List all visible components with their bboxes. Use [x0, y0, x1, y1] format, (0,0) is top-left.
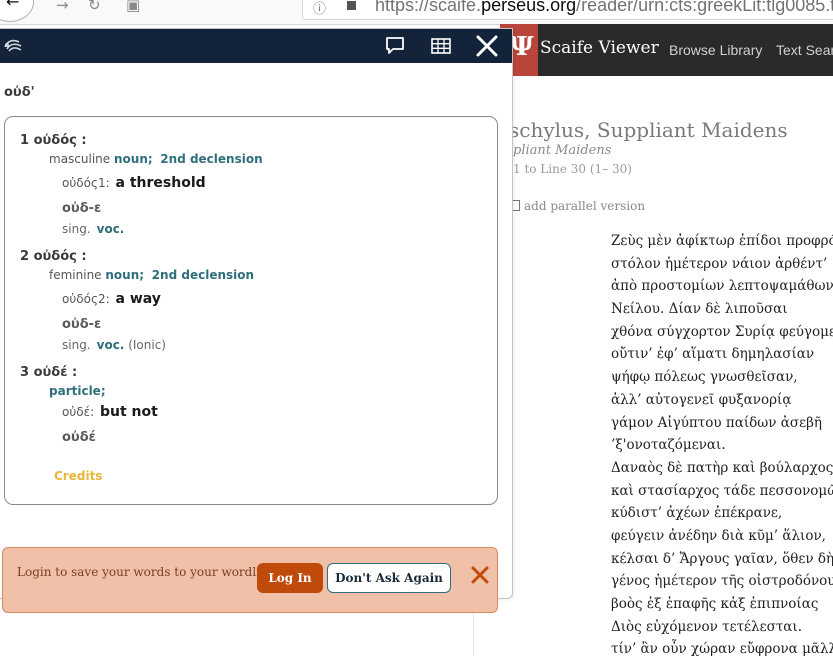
- entry-definition: a way: [115, 291, 161, 307]
- entry-form: οὐδέ: [62, 430, 96, 445]
- text-line[interactable]: ’ξ'ονοταζόμεναι.: [611, 434, 833, 457]
- text-line[interactable]: Νείλου. Δίαν δὲ λιποῦσαι: [611, 298, 833, 321]
- text-line[interactable]: κύδιστ’ ἀχέων ἐπέκρανε,: [611, 502, 833, 525]
- dismiss-x-icon[interactable]: [469, 564, 491, 586]
- lock-icon: [347, 1, 356, 10]
- work-title: schylus, Suppliant Maidens: [509, 118, 788, 142]
- text-line[interactable]: βοὸς ἐξ ἐπαφῆς κἀξ ἐπιπνοίας: [611, 593, 833, 616]
- entry-grammar: particle;: [49, 384, 106, 398]
- word-lookup-panel: οὐδ' 1 οὐδός : masculine noun; 2nd decle…: [0, 28, 513, 613]
- text-line[interactable]: ἀπὸ προστομίων λεπτοψαμάθων: [611, 275, 833, 298]
- entry-headword: 1 οὐδός :: [20, 133, 87, 148]
- url-text[interactable]: https://scaife.perseus.org/reader/urn:ct…: [375, 0, 833, 16]
- entry-parse: sing. voc.: [62, 222, 125, 236]
- library-icon[interactable]: ▣: [126, 0, 140, 14]
- entry-headword: 3 οὐδέ :: [20, 365, 78, 380]
- credits-link[interactable]: Credits: [54, 469, 102, 483]
- chat-icon[interactable]: [384, 35, 406, 57]
- entry-grammar: feminine noun; 2nd declension: [49, 268, 255, 282]
- site-info-icon[interactable]: ⓘ: [313, 0, 326, 17]
- nav-text-search[interactable]: Text Sear: [776, 42, 833, 58]
- text-line[interactable]: κέλσαι δ’ Ἄργους γαῖαν, ὅθεν δὴ: [611, 548, 833, 571]
- text-line[interactable]: Ζεὺς μὲν ἀφίκτωρ ἐπίδοι προφρόνω: [611, 230, 833, 253]
- text-line[interactable]: Δαναὸς δὲ πατὴρ καὶ βούλαρχος: [611, 457, 833, 480]
- text-line[interactable]: καὶ στασίαρχος τάδε πεσσονομῶν: [611, 480, 833, 503]
- text-line[interactable]: γένος ἡμέτερον τῆς οἰστροδόνου: [611, 570, 833, 593]
- entry-definition: a threshold: [115, 175, 206, 191]
- reload-icon[interactable]: ↻: [88, 0, 101, 14]
- panel-header: [0, 29, 512, 63]
- passage-range: 1 to Line 30 (1– 30): [513, 162, 632, 176]
- text-line[interactable]: γάμον Αἰγύπτου παίδων ἀσεβῆ: [611, 412, 833, 435]
- add-parallel-version-link[interactable]: add parallel version: [511, 199, 645, 213]
- text-line[interactable]: στόλον ἡμέτερον νάιον ἀρθέντ’: [611, 253, 833, 276]
- entry-sense: οὐδός1: a threshold: [62, 175, 206, 191]
- text-line[interactable]: χθόνα σύγχορτον Συρίᾳ φεύγομεν,: [611, 321, 833, 344]
- login-banner: Login to save your words to your wordlis…: [2, 547, 498, 613]
- entry-definition: but not: [99, 404, 158, 420]
- entry-sense: οὐδέ: but not: [62, 404, 158, 420]
- text-line[interactable]: ἀλλ’ αὐτογενεῖ φυξανορίᾳ: [611, 389, 833, 412]
- entry-headword: 2 οὐδός :: [20, 249, 87, 264]
- entry-sense: οὐδός2: a way: [62, 291, 161, 307]
- back-button[interactable]: ←: [0, 0, 34, 22]
- text-line[interactable]: τίν’ ἂν οὖν χώραν εὔφρονα μᾶλλον: [611, 638, 833, 661]
- parallel-label: add parallel version: [524, 199, 646, 213]
- text-line[interactable]: ψήφῳ πόλεως γνωσθεῖσαν,: [611, 366, 833, 389]
- entry-form: οὐδ-ε: [62, 201, 102, 216]
- looked-up-word: οὐδ': [4, 85, 35, 100]
- entry-form: οὐδ-ε: [62, 317, 102, 332]
- scaife-navbar: Ψ Scaife Viewer Browse Library Text Sear: [500, 24, 833, 76]
- forward-arrow-icon[interactable]: →: [56, 0, 69, 14]
- table-icon[interactable]: [430, 35, 452, 57]
- back-arrow-icon: ←: [6, 0, 20, 11]
- url-bar[interactable]: ⓘ https://scaife.perseus.org/reader/urn:…: [302, 0, 833, 20]
- work-subtitle: pliant Maidens: [513, 143, 612, 158]
- entry-parse: sing. voc. (Ionic): [62, 338, 166, 352]
- brand-title[interactable]: Scaife Viewer: [540, 38, 659, 58]
- text-line[interactable]: οὔτιν’ ἐφ’ αἵματι δημηλασίαν: [611, 343, 833, 366]
- panel-logo-icon: [3, 37, 23, 57]
- text-line[interactable]: φεύγειν ἀνέδην διὰ κῦμ’ ἅλιον,: [611, 525, 833, 548]
- nav-browse-library[interactable]: Browse Library: [669, 42, 762, 58]
- login-prompt: Login to save your words to your wordlis…: [17, 565, 275, 579]
- dictionary-entries: 1 οὐδός : masculine noun; 2nd declension…: [4, 116, 498, 505]
- text-line[interactable]: Διὸς εὐχόμενον τετέλεσται.: [611, 616, 833, 639]
- browser-toolbar: ← → ↻ ▣ ⓘ https://scaife.perseus.org/rea…: [0, 0, 833, 25]
- log-in-button[interactable]: Log In: [257, 563, 323, 593]
- close-icon[interactable]: [475, 34, 499, 58]
- entry-grammar: masculine noun; 2nd declension: [49, 152, 263, 166]
- reader-text: Ζεὺς μὲν ἀφίκτωρ ἐπίδοι προφρόνω στόλον ἡ…: [611, 230, 833, 661]
- dont-ask-again-button[interactable]: Don't Ask Again: [327, 563, 451, 593]
